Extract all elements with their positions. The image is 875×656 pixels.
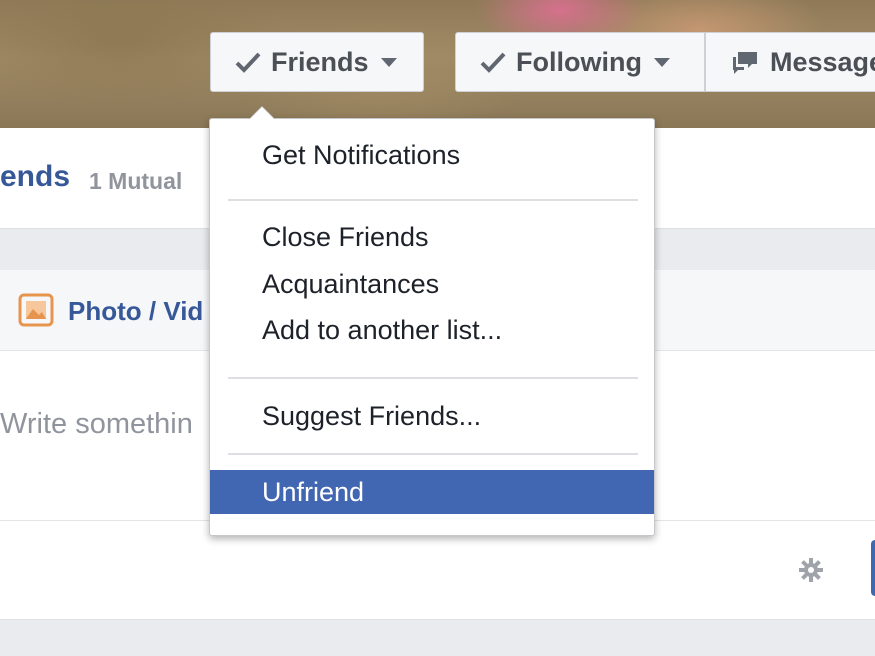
following-button-label: Following (516, 46, 642, 77)
dropdown-nub (250, 107, 274, 119)
menu-item-unfriend[interactable]: Unfriend (210, 470, 654, 514)
caret-down-icon (380, 57, 397, 67)
menu-item-acquaintances[interactable]: Acquaintances (210, 262, 654, 306)
friends-button[interactable]: Friends (210, 32, 424, 92)
message-button-label: Message (770, 46, 875, 77)
photo-video-tab[interactable]: Photo / Vid (68, 296, 203, 327)
post-button[interactable] (871, 540, 875, 596)
menu-item-suggest-friends[interactable]: Suggest Friends... (210, 394, 654, 438)
message-icon (733, 52, 757, 74)
menu-separator (228, 199, 638, 201)
mutual-friends-count[interactable]: 1 Mutual (89, 168, 182, 195)
check-icon (480, 52, 506, 73)
menu-item-add-to-list[interactable]: Add to another list... (210, 308, 654, 352)
friends-heading-link[interactable]: ends (0, 160, 70, 194)
check-icon (235, 52, 261, 73)
friends-button-label: Friends (271, 46, 369, 77)
following-button[interactable]: Following (455, 32, 705, 92)
menu-item-get-notifications[interactable]: Get Notifications (210, 133, 654, 177)
caret-down-icon (653, 57, 670, 67)
menu-separator (228, 453, 638, 455)
photo-icon (18, 293, 54, 327)
menu-separator (228, 377, 638, 379)
friends-dropdown-menu: Get Notifications Close Friends Acquaint… (209, 107, 655, 536)
menu-item-close-friends[interactable]: Close Friends (210, 215, 654, 259)
gear-icon[interactable] (797, 556, 825, 584)
composer-input[interactable]: Write somethin (0, 408, 193, 441)
message-button[interactable]: Message (705, 32, 875, 92)
